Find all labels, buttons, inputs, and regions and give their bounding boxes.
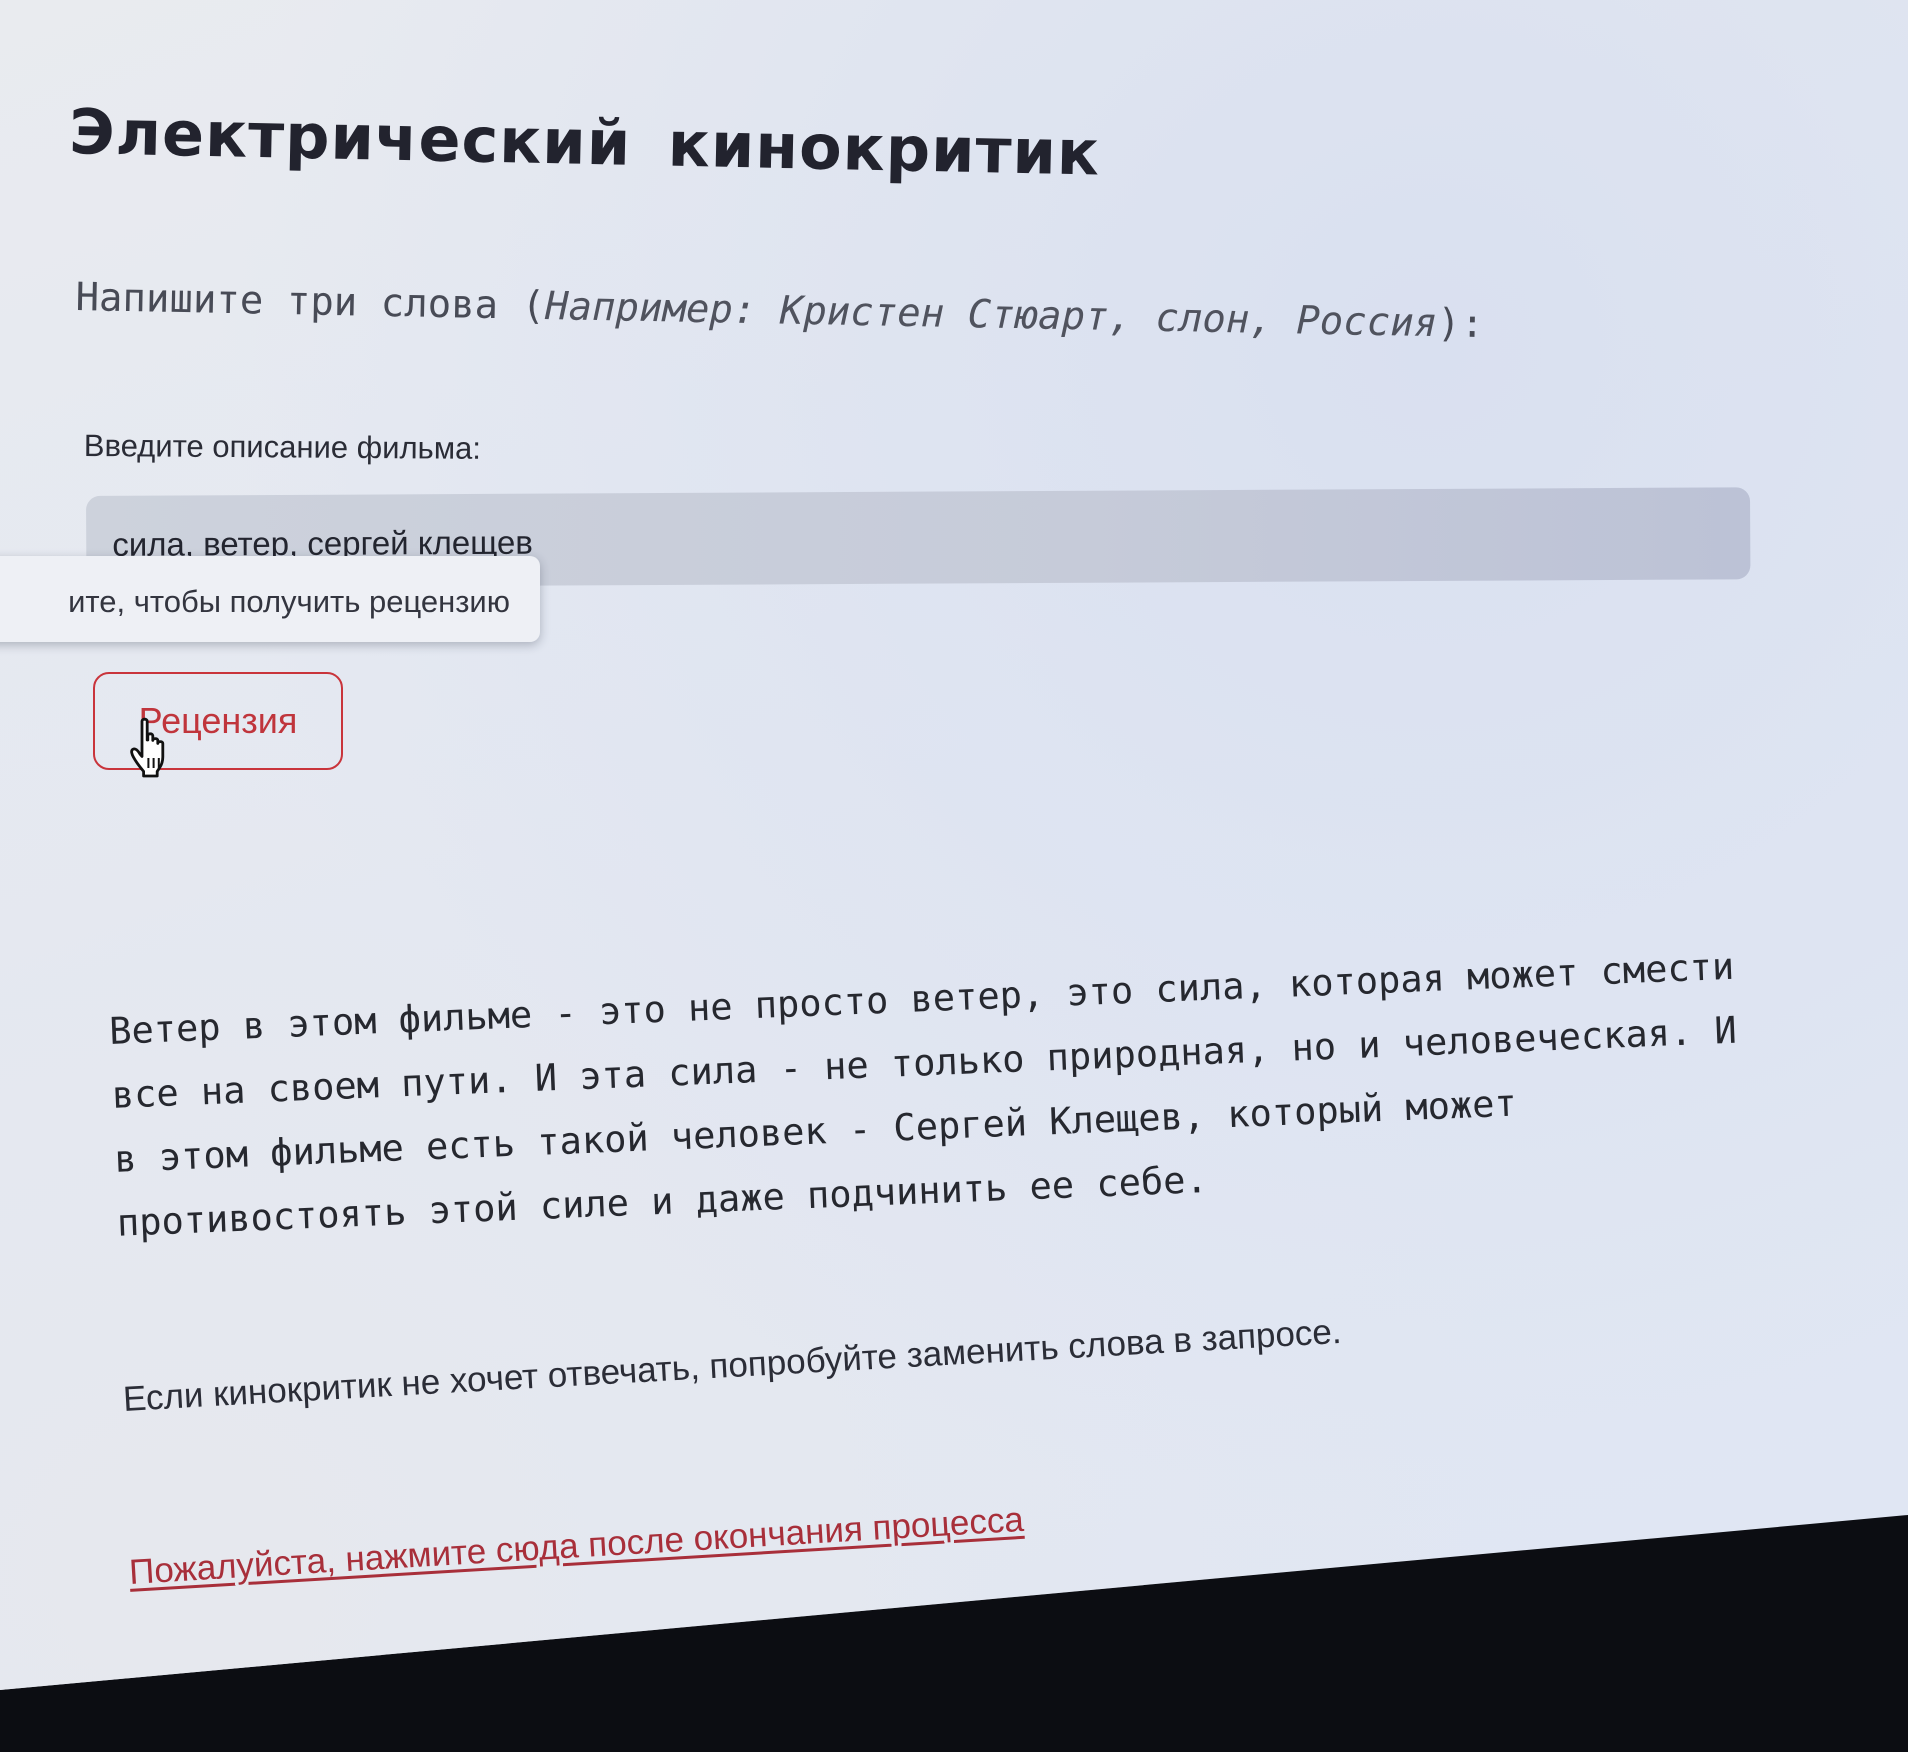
instruction-prefix: Напишите три слова (	[75, 275, 546, 330]
instruction-suffix: ):	[1436, 301, 1485, 348]
instruction-text: Напишите три слова (Например: Кристен Ст…	[75, 275, 1484, 347]
page-title: Электрический кинокритик	[68, 95, 1101, 190]
tooltip-text: ите, чтобы получить рецензию	[68, 584, 510, 619]
description-field-label: Введите описание фильма:	[83, 428, 482, 466]
button-tooltip: ите, чтобы получить рецензию	[0, 556, 540, 642]
finish-process-link[interactable]: Пожалуйста, нажмите сюда после окончания…	[128, 1500, 1025, 1593]
instruction-example: Например: Кристен Стюарт, слон, Россия	[544, 284, 1438, 347]
app-screen: Электрический кинокритик Напишите три сл…	[0, 0, 1908, 1690]
retry-hint: Если кинокритик не хочет отвечать, попро…	[122, 1311, 1343, 1419]
review-output: Ветер в этом фильме - это не просто вете…	[108, 944, 1738, 1245]
hand-pointer-icon	[130, 717, 165, 778]
